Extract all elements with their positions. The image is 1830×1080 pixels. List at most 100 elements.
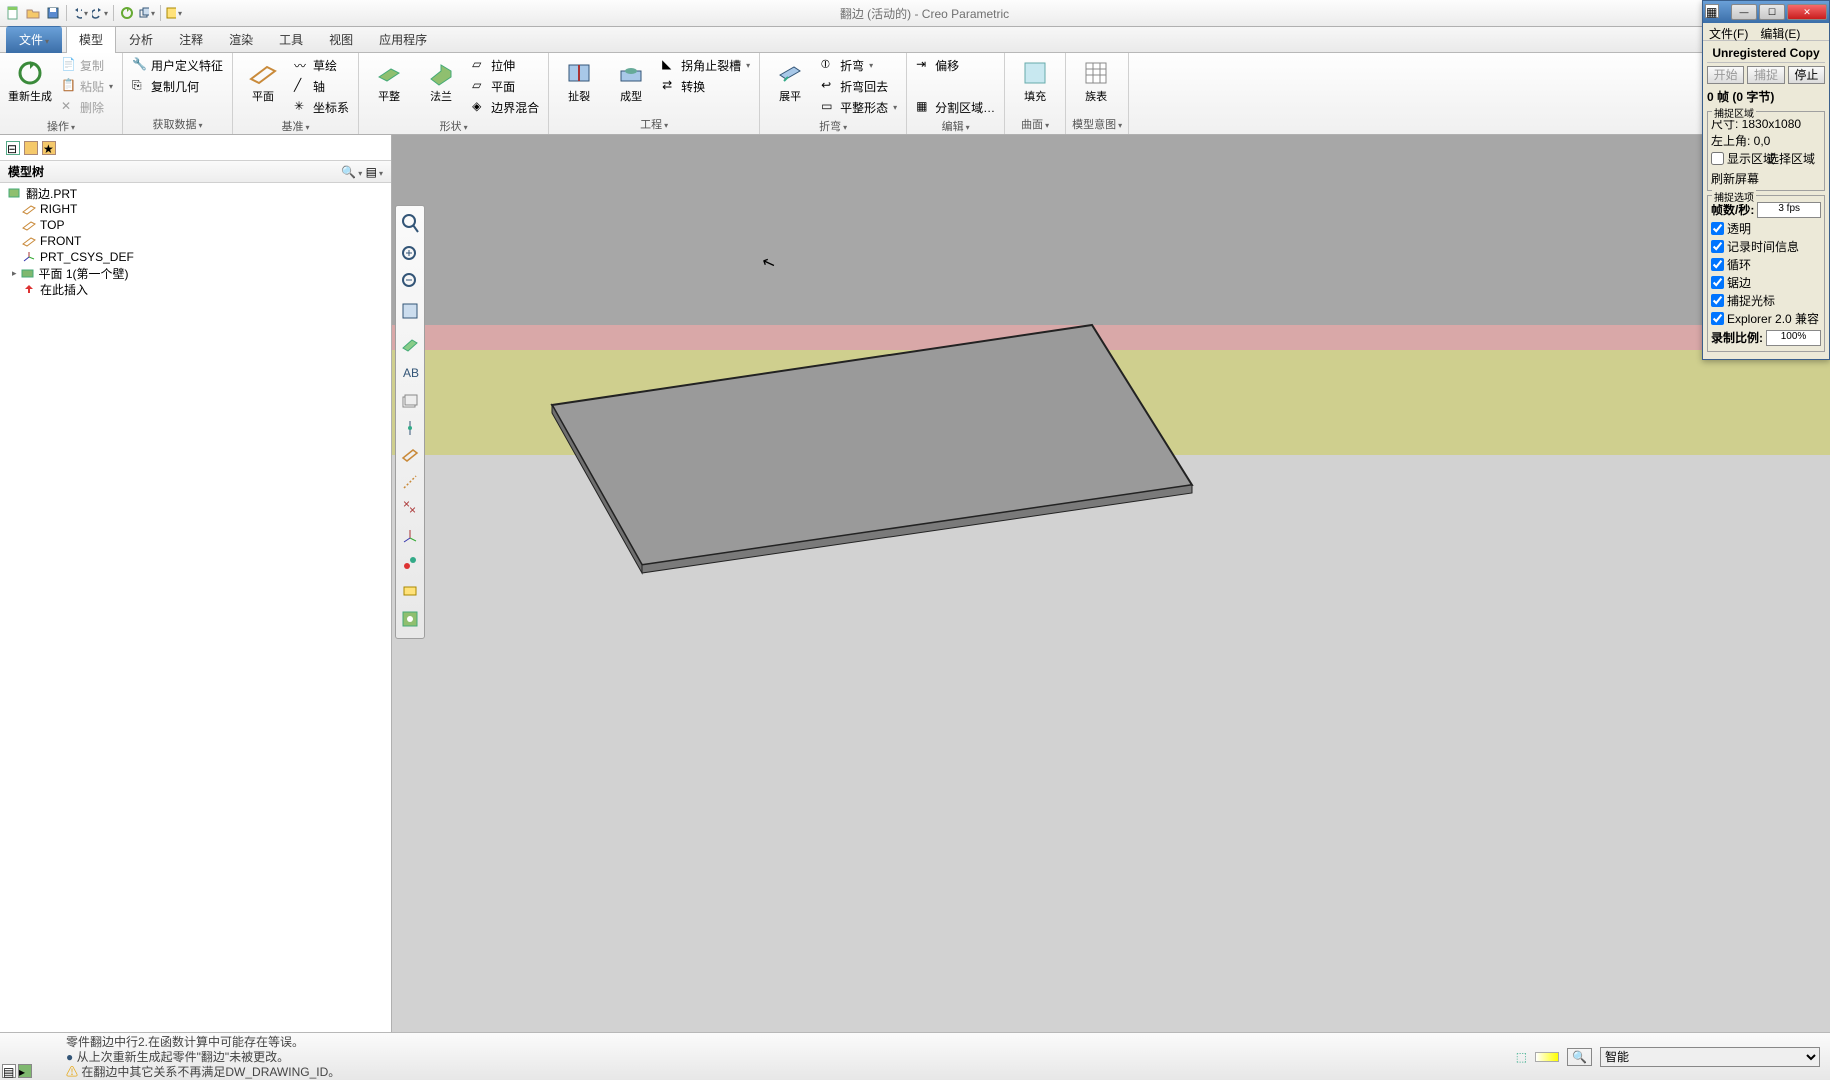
flange-button[interactable]: 法兰: [417, 55, 465, 103]
family-button[interactable]: 族表: [1072, 55, 1120, 103]
bendback-button[interactable]: ↩折弯回去: [818, 76, 900, 96]
fill-button[interactable]: 填充: [1011, 55, 1059, 103]
tab-model[interactable]: 模型: [66, 26, 116, 53]
tab-render[interactable]: 渲染: [216, 26, 266, 53]
favorite-icon[interactable]: ★: [42, 141, 56, 155]
paste-button[interactable]: 📋粘贴: [58, 76, 116, 96]
group-operate[interactable]: 操作: [6, 117, 116, 136]
group-edit[interactable]: 编辑: [913, 117, 998, 136]
folder-icon[interactable]: [24, 141, 38, 155]
form-button[interactable]: 成型: [607, 55, 655, 103]
tab-annotate[interactable]: 注释: [166, 26, 216, 53]
split-button[interactable]: ▦分割区域…: [913, 97, 998, 117]
tab-view[interactable]: 视图: [316, 26, 366, 53]
zoom-fit-icon[interactable]: [398, 209, 422, 239]
group-intent[interactable]: 模型意图: [1072, 115, 1122, 134]
delete-button[interactable]: ✕删除: [58, 97, 116, 117]
bend-button[interactable]: ⦶折弯: [818, 55, 900, 75]
layers-icon[interactable]: [398, 389, 422, 413]
convert-button[interactable]: ⇄转换: [659, 76, 753, 96]
tree-settings-icon[interactable]: ▤: [366, 165, 383, 179]
datum-plane-icon[interactable]: [398, 443, 422, 467]
close-window-icon[interactable]: [165, 4, 183, 22]
browser-toggle-icon[interactable]: ▸: [18, 1064, 32, 1078]
datum-point-icon[interactable]: ××: [398, 497, 422, 521]
new-icon[interactable]: [4, 4, 22, 22]
datum-axis-icon[interactable]: [398, 470, 422, 494]
unbend-button[interactable]: 展平: [766, 55, 814, 103]
tab-file[interactable]: 文件: [6, 26, 62, 53]
capture-button[interactable]: 捕捉: [1747, 66, 1784, 84]
close-button[interactable]: ✕: [1787, 4, 1827, 20]
copygeo-button[interactable]: ⎘复制几何: [129, 76, 226, 96]
minimize-button[interactable]: —: [1731, 4, 1757, 20]
regenerate-button[interactable]: 重新生成: [6, 55, 54, 103]
model-tree[interactable]: 翻边.PRT RIGHT TOP FRONT PRT_CSYS_DEF ▸平面 …: [0, 183, 391, 1032]
sketch-button[interactable]: 〰草绘: [291, 55, 352, 75]
menu-file[interactable]: 文件(F): [1703, 23, 1754, 40]
csys-button[interactable]: ✳坐标系: [291, 97, 352, 117]
zoom-in-icon[interactable]: [398, 242, 422, 266]
group-bending[interactable]: 折弯: [766, 117, 900, 136]
extrude-button[interactable]: ▱拉伸: [469, 55, 542, 75]
model-geometry[interactable]: [532, 305, 1212, 585]
explorer-check[interactable]: Explorer 2.0 兼容: [1711, 310, 1821, 327]
offset-button[interactable]: ⇥偏移: [913, 55, 998, 75]
corner-button[interactable]: ◣拐角止裂槽: [659, 55, 753, 75]
flat-button[interactable]: 平整: [365, 55, 413, 103]
viewport-3d[interactable]: ↖ AB ××: [392, 135, 1830, 1032]
tab-tools[interactable]: 工具: [266, 26, 316, 53]
ratio-select[interactable]: 100%: [1766, 330, 1821, 346]
view-manager-icon[interactable]: [398, 605, 422, 635]
msg-toggle-icon[interactable]: ▤: [2, 1064, 16, 1078]
tree-filter-icon[interactable]: 🔍: [341, 165, 362, 179]
expand-icon[interactable]: ▸: [12, 268, 17, 279]
loop-check[interactable]: 循环: [1711, 256, 1821, 273]
color-slider[interactable]: [1535, 1052, 1559, 1062]
zoom-out-icon[interactable]: [398, 269, 422, 293]
panel-titlebar[interactable]: ▦ — ☐ ✕: [1703, 1, 1829, 23]
maximize-button[interactable]: ☐: [1759, 4, 1785, 20]
repaint-icon[interactable]: [398, 296, 422, 326]
udf-button[interactable]: 🔧用户定义特征: [129, 55, 226, 75]
annotation-icon[interactable]: AB: [398, 362, 422, 386]
group-engineering[interactable]: 工程: [555, 115, 753, 134]
dither-check[interactable]: 锯边: [1711, 274, 1821, 291]
planar-button[interactable]: ▱平面: [469, 76, 542, 96]
orient-icon[interactable]: [398, 551, 422, 575]
search-status-icon[interactable]: 🔍: [1567, 1048, 1592, 1066]
tab-apps[interactable]: 应用程序: [366, 26, 440, 53]
redo-icon[interactable]: [91, 4, 109, 22]
cursor-check[interactable]: 捕捉光标: [1711, 292, 1821, 309]
refresh-button[interactable]: 刷新屏幕: [1711, 170, 1765, 187]
named-view-icon[interactable]: [398, 578, 422, 602]
axis-button[interactable]: ╱轴: [291, 76, 352, 96]
timeinfo-check[interactable]: 记录时间信息: [1711, 238, 1821, 255]
rip-button[interactable]: 扯裂: [555, 55, 603, 103]
group-shape[interactable]: 形状: [365, 117, 542, 136]
spin-center-icon[interactable]: [398, 416, 422, 440]
regen-icon[interactable]: [118, 4, 136, 22]
tree-icon[interactable]: ⊟: [6, 141, 20, 155]
windows-icon[interactable]: [138, 4, 156, 22]
plane-button[interactable]: 平面: [239, 55, 287, 103]
group-getdata[interactable]: 获取数据: [129, 115, 226, 134]
group-surface[interactable]: 曲面: [1011, 115, 1059, 134]
transparent-check[interactable]: 透明: [1711, 220, 1821, 237]
group-datum[interactable]: 基准: [239, 117, 352, 136]
menu-edit[interactable]: 编辑(E): [1754, 23, 1806, 40]
select-region-button[interactable]: 选择区域: [1767, 150, 1821, 167]
open-icon[interactable]: [24, 4, 42, 22]
save-icon[interactable]: [44, 4, 62, 22]
undo-icon[interactable]: [71, 4, 89, 22]
shade-icon[interactable]: [398, 329, 422, 359]
capture-panel[interactable]: ▦ — ☐ ✕ 文件(F) 编辑(E) Unregistered Copy 开始…: [1702, 0, 1830, 360]
stop-button[interactable]: 停止: [1788, 66, 1825, 84]
tab-analysis[interactable]: 分析: [116, 26, 166, 53]
flatform-button[interactable]: ▭平整形态: [818, 97, 900, 117]
copy-button[interactable]: 📄复制: [58, 55, 116, 75]
start-button[interactable]: 开始: [1707, 66, 1744, 84]
selection-filter[interactable]: 智能: [1600, 1047, 1820, 1067]
blend-button[interactable]: ◈边界混合: [469, 97, 542, 117]
fps-select[interactable]: 3 fps: [1757, 202, 1821, 218]
